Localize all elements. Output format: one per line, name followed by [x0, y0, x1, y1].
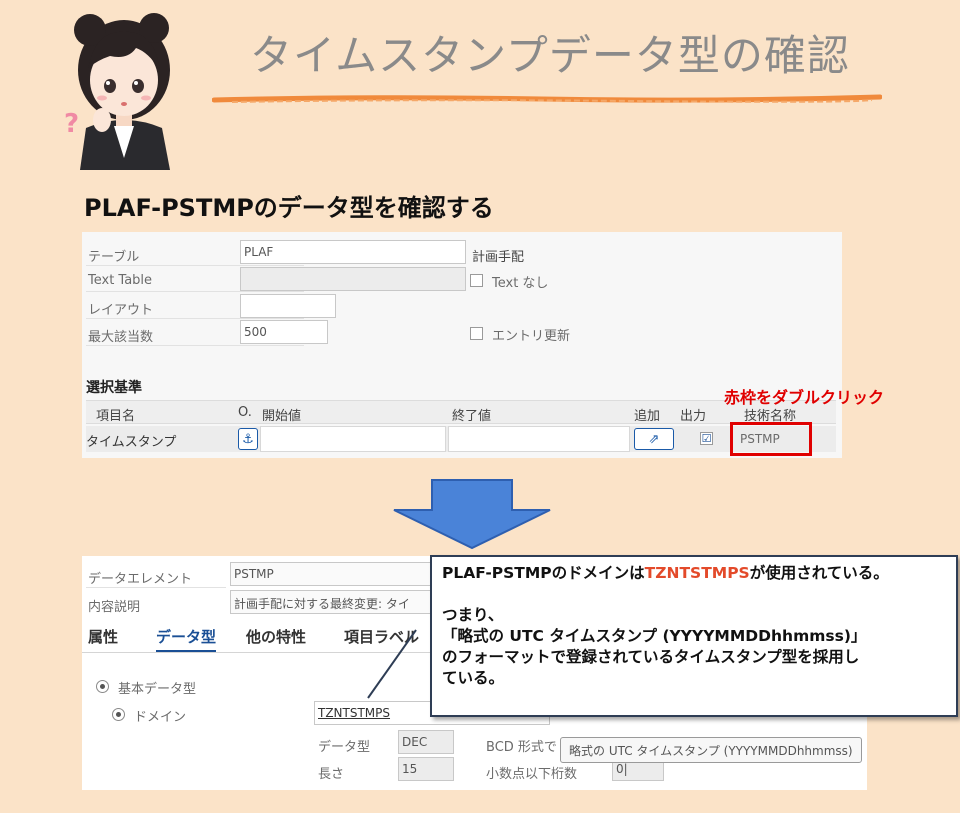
domain-tooltip: 略式の UTC タイムスタンプ (YYYYMMDDhhmmss) [560, 737, 862, 763]
table-field[interactable]: PLAF [240, 240, 466, 264]
col-end-value: 終了値 [452, 409, 492, 424]
text-table-field [240, 267, 466, 291]
callout-leader-line [367, 629, 417, 699]
entry-update-checkbox[interactable] [470, 327, 483, 340]
end-value-cell[interactable] [448, 426, 630, 452]
length-field: 15 [398, 757, 454, 781]
basic-type-label: 基本データ型 [118, 682, 197, 697]
start-value-cell[interactable] [260, 426, 446, 452]
callout-line-4: のフォーマットで登録されているタイムスタンプ型を採用し [442, 648, 860, 666]
layout-label: レイアウト [88, 303, 154, 318]
col-option: O. [238, 405, 252, 420]
add-button[interactable]: ⇗ [634, 428, 674, 450]
data-type-field: DEC [398, 730, 454, 754]
text-table-label: Text Table [88, 273, 153, 288]
svg-text:?: ? [64, 109, 79, 139]
title-underline [212, 94, 882, 103]
domain-label: ドメイン [134, 710, 187, 725]
text-none-checkbox[interactable] [470, 274, 483, 287]
page-title: タイムスタンプデータ型の確認 [250, 31, 850, 80]
table-label: テーブル [88, 250, 140, 265]
length-label: 長さ [318, 767, 345, 782]
col-add: 追加 [634, 409, 661, 424]
tab-other-properties[interactable]: 他の特性 [246, 626, 306, 647]
callout-line-2: つまり、 [442, 606, 504, 624]
max-hits-field[interactable]: 500 [240, 320, 328, 344]
tab-attributes[interactable]: 属性 [88, 626, 118, 647]
entry-update-label: エントリ更新 [492, 329, 571, 344]
callout-line-1: PLAF-PSTMPのドメインはTZNTSTMPSが使用されている。 [442, 564, 889, 582]
col-start-value: 開始値 [262, 409, 302, 424]
bcd-label: BCD 形式で [486, 740, 557, 755]
callout-line-5: ている。 [442, 669, 505, 687]
data-type-label: データ型 [318, 740, 371, 755]
text-none-label: Text なし [492, 276, 549, 291]
col-output: 出力 [680, 409, 707, 424]
table-description: 計画手配 [472, 250, 525, 265]
selection-screen-panel: テーブル PLAF 計画手配 Text Table Text なし レイアウト … [82, 232, 842, 458]
red-highlight-frame [730, 422, 812, 456]
layout-field[interactable] [240, 294, 336, 318]
max-hits-label: 最大該当数 [88, 330, 154, 345]
col-item-name: 項目名 [96, 409, 136, 424]
avatar: ? [64, 13, 170, 170]
domain-radio[interactable] [112, 708, 125, 721]
double-click-note: 赤枠をダブルクリック [724, 388, 885, 407]
output-checkbox[interactable]: ☑ [700, 432, 713, 445]
domain-highlight: TZNTSTMPS [644, 564, 750, 582]
section-subtitle: PLAF-PSTMPのデータ型を確認する [84, 194, 494, 222]
data-element-field[interactable]: PSTMP [230, 562, 440, 586]
description-label: 内容説明 [88, 600, 141, 615]
criteria-row: タイムスタンプ ⚓ ⇗ ☑ PSTMP [86, 426, 836, 452]
criteria-heading: 選択基準 [86, 380, 142, 396]
description-field[interactable]: 計画手配に対する最終変更: タイ [230, 590, 440, 614]
down-arrow-icon [393, 479, 551, 550]
callout-line-3: 「略式の UTC タイムスタンプ (YYYYMMDDhhmmss)」 [442, 627, 867, 645]
row-item-name: タイムスタンプ [86, 435, 177, 450]
basic-type-radio[interactable] [96, 680, 109, 693]
data-element-label: データエレメント [88, 572, 193, 587]
tab-data-type[interactable]: データ型 [156, 626, 217, 653]
option-icon[interactable]: ⚓ [238, 428, 258, 450]
explanation-callout: PLAF-PSTMPのドメインはTZNTSTMPSが使用されている。 つまり、 … [430, 555, 958, 717]
decimals-label: 小数点以下桁数 [486, 767, 578, 782]
